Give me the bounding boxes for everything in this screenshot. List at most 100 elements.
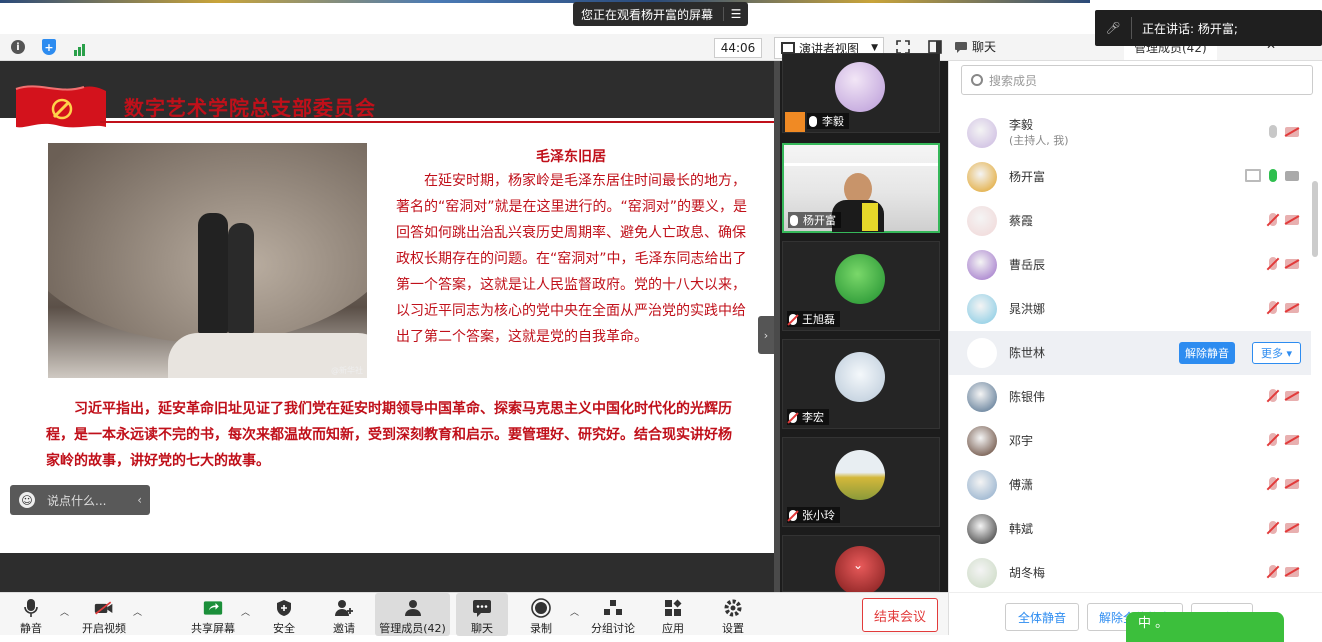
camera-off-icon[interactable] [1285, 523, 1299, 533]
camera-off-icon[interactable] [1285, 259, 1299, 269]
camera-off-icon[interactable] [1285, 567, 1299, 577]
tab-chat[interactable]: 聊天 [954, 38, 996, 55]
video-tile[interactable]: 李宏 [782, 339, 940, 429]
member-row[interactable]: 曹岳辰 [949, 243, 1311, 287]
signal-icon[interactable] [71, 38, 89, 56]
camera-icon[interactable] [1285, 171, 1299, 181]
video-tile-label: 李毅 [807, 113, 849, 129]
member-name: 晁洪娜 [1009, 302, 1046, 316]
member-row[interactable]: 陈银伟 [949, 375, 1311, 419]
video-tile[interactable]: 王旭磊 [782, 241, 940, 331]
microphone-muted-icon[interactable] [1269, 521, 1277, 534]
manage-members-button[interactable]: 管理成员(42) [375, 593, 450, 636]
member-row[interactable]: 杨开富 [949, 155, 1311, 199]
member-name: 邓宇 [1009, 434, 1034, 448]
member-name: 蔡霞 [1009, 214, 1034, 228]
avatar [835, 62, 885, 112]
menu-icon[interactable]: ☰ [723, 7, 748, 21]
member-status-icons [1269, 433, 1299, 446]
member-row[interactable]: 傅潇 [949, 463, 1311, 507]
microphone-muted-icon[interactable] [1269, 301, 1277, 314]
start-video-button[interactable]: 开启视频 [80, 593, 128, 636]
emoji-icon[interactable]: ☺ [19, 492, 35, 508]
member-row[interactable]: 邓宇 [949, 419, 1311, 463]
more-options-button[interactable]: 更多 ▾ [1251, 342, 1301, 364]
microphone-muted-icon[interactable] [1269, 213, 1277, 226]
ime-popup: 中 。 [1126, 612, 1284, 642]
chevron-up-icon[interactable]: ︿ [133, 605, 142, 618]
member-name: 傅潇 [1009, 478, 1034, 492]
video-tile[interactable]: ⌄ [782, 535, 940, 596]
mute-label: 静音 [20, 622, 42, 635]
settings-label: 设置 [722, 622, 744, 635]
microphone-icon[interactable] [1269, 125, 1277, 138]
chevron-up-icon[interactable]: ︿ [241, 605, 250, 618]
mute-all-button[interactable]: 全体静音 [1005, 603, 1079, 631]
settings-button[interactable]: 设置 [720, 593, 746, 636]
shield-icon [274, 599, 294, 617]
chevron-left-icon[interactable]: ‹ [137, 493, 142, 507]
member-row[interactable]: 李毅 (主持人, 我) [949, 111, 1311, 155]
microphone-muted-icon[interactable] [1269, 389, 1277, 402]
video-tile[interactable]: 李毅 [782, 53, 940, 133]
member-row[interactable]: 胡冬梅 [949, 551, 1311, 595]
shield-icon[interactable]: + [40, 38, 58, 56]
member-row[interactable]: 陈世林 解除静音 更多 ▾ [949, 331, 1311, 375]
tab-chat-label: 聊天 [972, 40, 997, 54]
slide-paragraph-quote: 习近平指出，延安革命旧址见证了我们党在延安时期领导中国革命、探索马克思主义中国化… [46, 401, 732, 469]
camera-off-icon[interactable] [1285, 127, 1299, 137]
camera-off-icon[interactable] [1285, 435, 1299, 445]
host-icon [785, 112, 805, 132]
members-panel: 搜索成员 李毅 (主持人, 我) 杨开富蔡霞曹岳辰晁洪娜陈世林 解除静音 更多 ▾ 陈银伟… [948, 61, 1322, 592]
avatar [967, 470, 997, 500]
member-name: 胡冬梅 [1009, 566, 1046, 580]
apps-label: 应用 [662, 622, 684, 635]
record-button[interactable]: 录制 [526, 593, 556, 636]
decorative-line [0, 0, 1090, 3]
camera-off-icon[interactable] [1285, 303, 1299, 313]
video-tile[interactable]: 张小玲 [782, 437, 940, 527]
unmute-button[interactable]: 解除静音 [1179, 342, 1235, 364]
chevron-down-icon[interactable]: ⌄ [853, 558, 863, 572]
camera-off-icon[interactable] [1285, 215, 1299, 225]
microphone-icon[interactable] [1269, 169, 1277, 182]
breakout-button[interactable]: 分组讨论 [590, 593, 636, 636]
microphone-muted-icon[interactable] [1269, 477, 1277, 490]
avatar [967, 162, 997, 192]
avatar [835, 450, 885, 500]
chevron-up-icon[interactable]: ︿ [570, 605, 579, 618]
collapse-video-strip-handle[interactable]: › [758, 316, 774, 354]
comment-input[interactable]: ☺ 说点什么... ‹ [10, 485, 150, 515]
chevron-up-icon[interactable]: ︿ [60, 605, 69, 618]
share-screen-button[interactable]: 共享屏幕 [188, 593, 238, 636]
end-meeting-button[interactable]: 结束会议 [862, 598, 938, 632]
microphone-muted-icon[interactable] [1269, 433, 1277, 446]
breakout-icon [603, 599, 623, 617]
sharing-banner[interactable]: 您正在观看杨开富的屏幕 ☰ [573, 2, 748, 26]
member-row[interactable]: 韩斌 [949, 507, 1311, 551]
slide-paragraph: 在延安时期，杨家岭是毛泽东居住时间最长的地方，著名的“窑洞对”就是在这里进行的。… [396, 173, 748, 345]
camera-off-icon[interactable] [1285, 391, 1299, 401]
security-button[interactable]: 安全 [268, 593, 300, 636]
info-icon[interactable]: i [9, 38, 27, 56]
member-row[interactable]: 晁洪娜 [949, 287, 1311, 331]
photo-watermark: @新华社 [331, 366, 363, 375]
video-tile-active-speaker[interactable]: 杨开富 [782, 143, 940, 233]
speaking-indicator: 🎤︎ 正在讲话: 杨开富; [1095, 10, 1322, 46]
mute-button[interactable]: 静音 [14, 593, 48, 636]
apps-button[interactable]: 应用 [660, 593, 686, 636]
record-label: 录制 [530, 622, 552, 635]
camera-off-icon[interactable] [1285, 479, 1299, 489]
share-screen-label: 共享屏幕 [191, 622, 235, 635]
people-icon [403, 599, 423, 617]
avatar [835, 352, 885, 402]
scrollbar[interactable] [1312, 181, 1318, 257]
search-members-input[interactable]: 搜索成员 [961, 65, 1313, 95]
chat-button[interactable]: 聊天 [456, 593, 508, 636]
invite-button[interactable]: 邀请 [328, 593, 360, 636]
member-name: 杨开富 [1009, 170, 1046, 184]
microphone-muted-icon[interactable] [1269, 565, 1277, 578]
microphone-muted-icon[interactable] [1269, 257, 1277, 270]
member-row[interactable]: 蔡霞 [949, 199, 1311, 243]
gear-icon [723, 599, 743, 617]
